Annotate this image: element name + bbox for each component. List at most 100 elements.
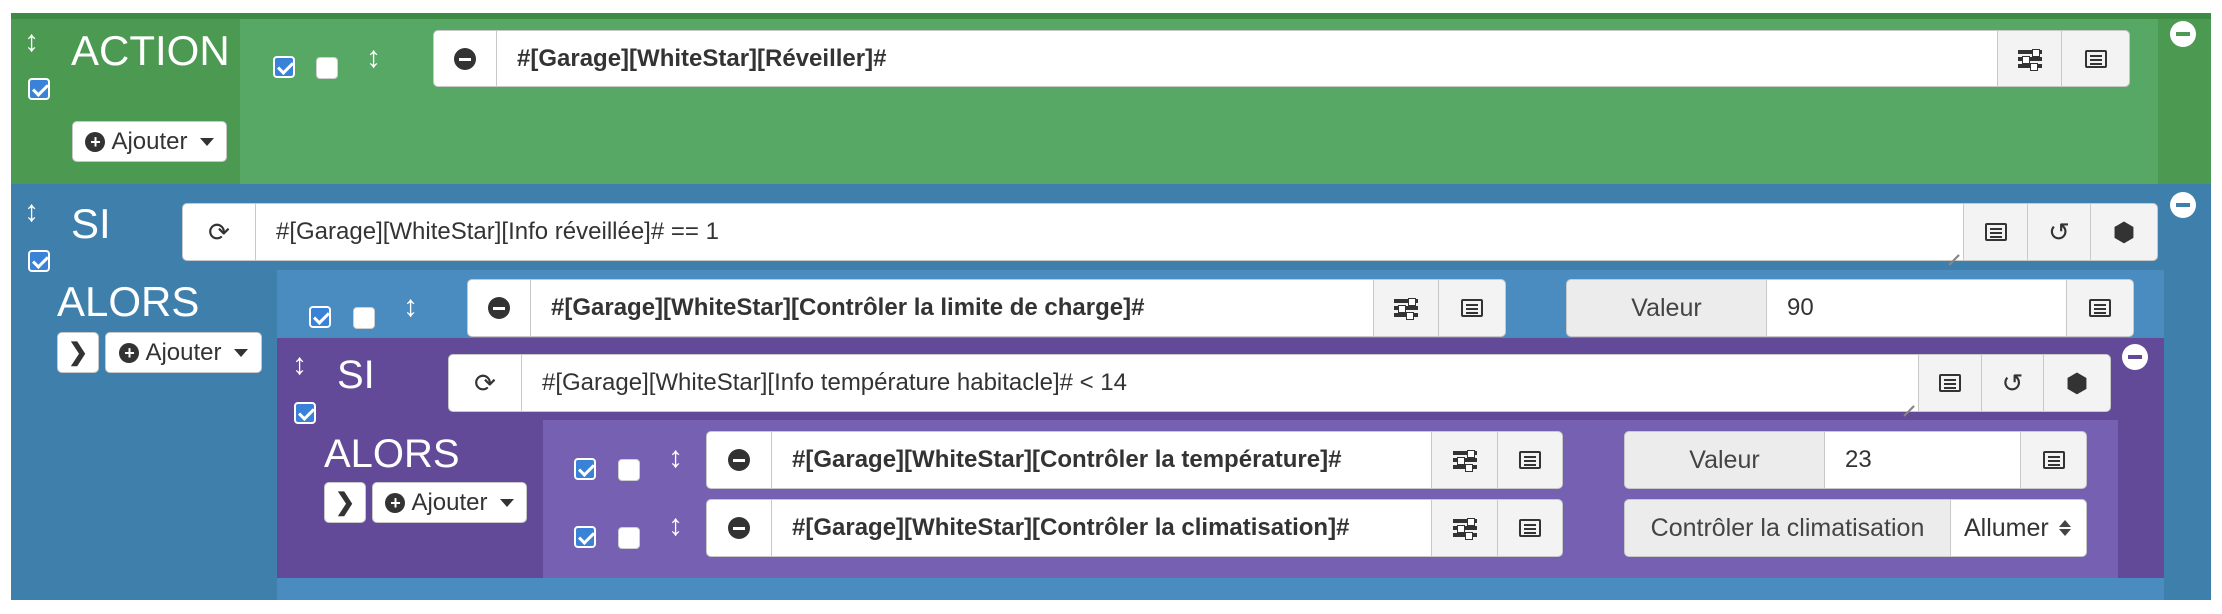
enable-checkbox[interactable] xyxy=(273,56,295,78)
minus-circle-icon xyxy=(454,47,476,70)
si-title: SI xyxy=(337,353,375,397)
enable-checkbox[interactable] xyxy=(28,78,50,100)
list-icon xyxy=(2084,49,2107,68)
select-value-button[interactable] xyxy=(2066,279,2134,337)
history-icon: ↺ xyxy=(2048,217,2070,247)
history-button[interactable]: ↺ xyxy=(2027,203,2091,261)
move-handle-icon[interactable]: ↕ xyxy=(24,27,39,57)
list-icon xyxy=(1461,299,1483,317)
list-icon xyxy=(2089,299,2111,317)
alors-title: ALORS xyxy=(57,278,200,325)
equipment-button[interactable]: ⬢ xyxy=(2043,354,2111,412)
minus-circle-icon xyxy=(488,297,510,319)
enable-checkbox[interactable] xyxy=(574,526,596,548)
sliders-icon xyxy=(1452,518,1477,540)
collapse-button[interactable]: ❯ xyxy=(57,332,99,373)
resize-grip-icon[interactable] xyxy=(1947,245,1959,257)
value-input[interactable]: 90 xyxy=(1766,279,2067,337)
parallel-checkbox[interactable] xyxy=(316,57,338,79)
list-icon xyxy=(1939,374,1961,392)
alors-title: ALORS xyxy=(324,432,460,476)
action-title: ACTION xyxy=(71,27,230,74)
value-label: Valeur xyxy=(1624,431,1825,489)
caret-down-icon xyxy=(199,137,214,146)
add-button[interactable]: + Ajouter xyxy=(105,332,262,373)
resize-grip-icon[interactable] xyxy=(1902,396,1914,408)
command-field[interactable]: #[Garage][WhiteStar][Contrôler la tempér… xyxy=(771,431,1432,489)
remove-block-icon[interactable] xyxy=(2122,344,2148,370)
refresh-icon: ⟳ xyxy=(474,368,496,398)
move-handle-icon[interactable]: ↕ xyxy=(403,292,418,322)
list-icon xyxy=(1519,519,1541,537)
remove-action-button[interactable] xyxy=(467,279,531,337)
move-handle-icon[interactable]: ↕ xyxy=(668,443,683,473)
history-button[interactable]: ↺ xyxy=(1981,354,2044,412)
select-command-button[interactable] xyxy=(1438,279,1506,337)
plus-circle-icon: + xyxy=(119,342,140,363)
condition-field[interactable]: #[Garage][WhiteStar][Info réveillée]# ==… xyxy=(255,203,1964,261)
move-handle-icon[interactable]: ↕ xyxy=(668,511,683,541)
collapse-button[interactable]: ❯ xyxy=(324,482,366,523)
si-title: SI xyxy=(71,200,111,247)
remove-block-icon[interactable] xyxy=(2170,192,2196,218)
select-command-button[interactable] xyxy=(2061,30,2130,87)
select-value-button[interactable] xyxy=(2020,431,2087,489)
add-button-label: Ajouter xyxy=(411,488,488,516)
equipment-button[interactable]: ⬢ xyxy=(2090,203,2158,261)
minus-circle-icon xyxy=(728,517,750,539)
command-field[interactable]: #[Garage][WhiteStar][Contrôler la limite… xyxy=(530,279,1374,337)
caret-down-icon xyxy=(499,498,514,507)
plus-circle-icon: + xyxy=(385,492,406,513)
refresh-icon: ⟳ xyxy=(208,217,230,247)
add-button[interactable]: + Ajouter xyxy=(372,482,527,523)
select-command-button[interactable] xyxy=(1497,499,1563,557)
sliders-icon xyxy=(2017,48,2042,71)
enable-checkbox[interactable] xyxy=(294,402,316,424)
select-arrows-icon xyxy=(2058,520,2071,536)
chevron-right-icon: ❯ xyxy=(334,488,356,516)
options-button[interactable] xyxy=(1431,431,1498,489)
value-input[interactable]: 23 xyxy=(1824,431,2021,489)
command-field[interactable]: #[Garage][WhiteStar][Contrôler la climat… xyxy=(771,499,1432,557)
plus-circle-icon: + xyxy=(85,131,106,152)
list-icon xyxy=(1519,451,1541,469)
condition-text: #[Garage][WhiteStar][Info réveillée]# ==… xyxy=(276,218,719,245)
enable-checkbox[interactable] xyxy=(309,306,331,328)
list-icon xyxy=(2042,451,2065,469)
climatisation-select[interactable]: Allumer xyxy=(1950,499,2087,557)
options-button[interactable] xyxy=(1373,279,1439,337)
select-value: Allumer xyxy=(1964,513,2049,542)
select-info-button[interactable] xyxy=(1963,203,2028,261)
command-field[interactable]: #[Garage][WhiteStar][Réveiller]# xyxy=(496,30,1998,87)
refresh-button[interactable]: ⟳ xyxy=(448,354,522,412)
add-button[interactable]: + Ajouter xyxy=(72,121,227,162)
parallel-checkbox[interactable] xyxy=(618,459,640,481)
value-label: Valeur xyxy=(1566,279,1767,337)
remove-action-button[interactable] xyxy=(706,431,772,489)
enable-checkbox[interactable] xyxy=(574,458,596,480)
remove-action-button[interactable] xyxy=(706,499,772,557)
select-info-button[interactable] xyxy=(1918,354,1982,412)
caret-down-icon xyxy=(233,348,248,357)
enable-checkbox[interactable] xyxy=(28,250,50,272)
move-handle-icon[interactable]: ↕ xyxy=(24,197,39,227)
condition-field[interactable]: #[Garage][WhiteStar][Info température ha… xyxy=(521,354,1919,412)
add-button-label: Ajouter xyxy=(111,127,188,155)
move-handle-icon[interactable]: ↕ xyxy=(366,43,381,73)
chevron-right-icon: ❯ xyxy=(67,338,89,366)
remove-block-icon[interactable] xyxy=(2170,21,2196,47)
move-handle-icon[interactable]: ↕ xyxy=(292,350,307,380)
select-command-button[interactable] xyxy=(1497,431,1563,489)
parallel-checkbox[interactable] xyxy=(618,527,640,549)
climatisation-label: Contrôler la climatisation xyxy=(1624,499,1951,557)
refresh-button[interactable]: ⟳ xyxy=(182,203,256,261)
list-icon xyxy=(1984,223,2007,241)
sliders-icon xyxy=(1452,450,1477,472)
remove-action-button[interactable] xyxy=(433,30,497,87)
history-icon: ↺ xyxy=(2001,368,2024,398)
cube-icon: ⬢ xyxy=(2112,217,2136,247)
alors-block-bottom xyxy=(277,578,2164,600)
options-button[interactable] xyxy=(1997,30,2062,87)
parallel-checkbox[interactable] xyxy=(353,307,375,329)
options-button[interactable] xyxy=(1431,499,1498,557)
